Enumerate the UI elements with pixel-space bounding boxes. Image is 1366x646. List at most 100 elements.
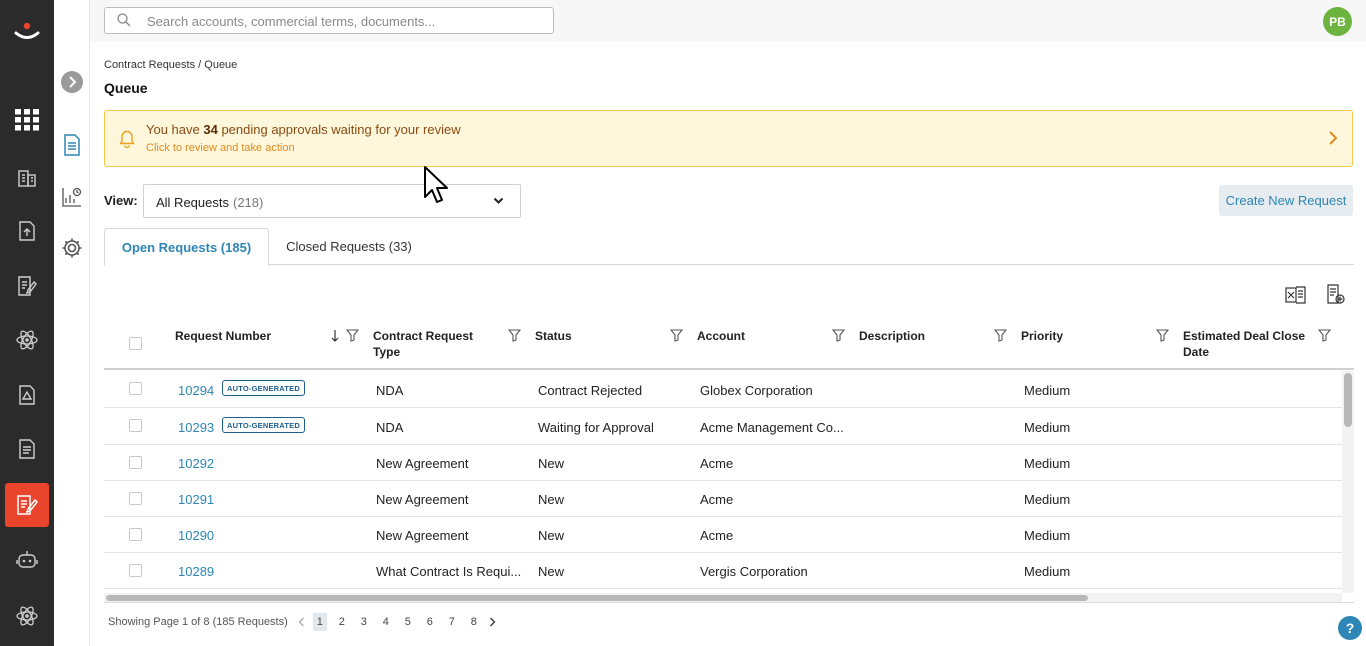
page-5[interactable]: 5 [401,613,415,631]
expand-sidebar-icon[interactable] [60,70,84,94]
vertical-scrollbar[interactable] [1342,371,1354,593]
mouse-cursor-icon [424,166,448,203]
bot-icon[interactable] [5,538,49,582]
row-checkbox[interactable] [129,492,142,505]
table-row[interactable]: 10293 AUTO-GENERATED NDA Waiting for App… [104,408,1342,445]
pending-approvals-banner[interactable]: You have 34 pending approvals waiting fo… [104,110,1353,167]
request-type: NDA [376,383,404,398]
document-icon[interactable] [5,427,49,471]
request-status: New [538,564,565,579]
column-settings-icon[interactable] [1325,284,1347,306]
filter-icon[interactable] [832,329,845,342]
apps-grid-icon[interactable] [5,98,49,142]
create-new-request-button[interactable]: Create New Request [1219,185,1353,216]
chevron-right-icon[interactable] [1328,130,1338,146]
page-2[interactable]: 2 [335,613,349,631]
request-status: New [538,456,565,471]
export-excel-icon[interactable] [1285,284,1307,306]
upload-document-icon[interactable] [5,209,49,253]
request-type: New Agreement [376,528,469,543]
filter-icon[interactable] [1156,329,1169,342]
sort-descending-icon[interactable] [331,329,339,343]
request-status: Waiting for Approval [538,420,654,435]
next-page-icon[interactable] [489,617,496,627]
view-label: View: [104,193,138,208]
view-select[interactable]: All Requests (218) [143,184,521,218]
search-input[interactable] [147,12,537,30]
pending-count: 34 [203,122,218,137]
request-number-link[interactable]: 10294 [178,383,214,398]
table-row[interactable]: 10291 New Agreement New Acme Medium [104,481,1342,517]
table-row[interactable]: 10289 What Contract Is Requi... New Verg… [104,553,1342,589]
help-button[interactable]: ? [1338,616,1362,640]
settings-gear-icon[interactable] [60,236,84,260]
col-request-number[interactable]: Request Number [175,328,325,344]
user-avatar[interactable]: PB [1323,7,1352,36]
page-7[interactable]: 7 [445,613,459,631]
edit-document-icon[interactable] [5,264,49,308]
row-checkbox[interactable] [129,528,142,541]
request-type: New Agreement [376,492,469,507]
request-priority: Medium [1024,456,1071,471]
settings-atom-icon[interactable] [5,594,49,638]
atom-icon[interactable] [5,318,49,362]
request-account: Acme Management Co... [700,420,844,435]
request-type: NDA [376,420,404,435]
request-number-link[interactable]: 10291 [178,492,214,507]
filter-icon[interactable] [1318,329,1331,342]
pagination-summary: Showing Page 1 of 8 (185 Requests) [108,616,288,628]
table-row[interactable]: 10290 New Agreement New Acme Medium [104,517,1342,553]
col-priority[interactable]: Priority [1021,328,1141,344]
request-account: Acme [700,528,734,543]
row-checkbox[interactable] [129,456,142,469]
filter-icon[interactable] [670,329,683,342]
filter-icon[interactable] [508,329,521,342]
horizontal-scrollbar[interactable] [104,593,1342,602]
contract-requests-nav-icon[interactable] [5,483,49,527]
table-row[interactable]: 10292 New Agreement New Acme Medium [104,445,1342,481]
request-priority: Medium [1024,564,1071,579]
request-priority: Medium [1024,492,1071,507]
buildings-icon[interactable] [5,155,49,199]
top-bar: PB [90,0,1366,42]
request-number-link[interactable]: 10289 [178,564,214,579]
page-8[interactable]: 8 [467,613,481,631]
request-priority: Medium [1024,420,1071,435]
page-1[interactable]: 1 [312,613,327,631]
col-description[interactable]: Description [859,328,979,344]
col-estimated-deal-close-date[interactable]: Estimated Deal Close Date [1183,328,1313,360]
scrollbar-thumb[interactable] [1344,373,1352,427]
col-contract-request-type[interactable]: Contract Request Type [373,328,503,360]
tab-closed-requests[interactable]: Closed Requests (33) [274,228,424,265]
request-priority: Medium [1024,383,1071,398]
tab-open-requests[interactable]: Open Requests (185) [104,228,269,266]
request-status: New [538,492,565,507]
view-selected-value: All Requests [156,195,229,210]
row-checkbox[interactable] [129,419,142,432]
filter-icon[interactable] [346,329,359,342]
filter-icon[interactable] [994,329,1007,342]
col-status[interactable]: Status [535,328,655,344]
row-checkbox[interactable] [129,382,142,395]
previous-page-icon[interactable] [298,617,305,627]
table-row[interactable]: 10294 AUTO-GENERATED NDA Contract Reject… [104,371,1342,408]
app-logo-icon[interactable] [13,20,41,44]
col-account[interactable]: Account [697,328,817,344]
select-all-checkbox[interactable] [129,337,142,350]
reports-icon[interactable] [60,185,84,209]
row-checkbox[interactable] [129,564,142,577]
table-header: Request Number Contract Request Type Sta… [104,320,1354,370]
page-title: Queue [104,80,148,96]
global-search[interactable] [104,7,554,34]
alert-document-icon[interactable] [5,373,49,417]
request-number-link[interactable]: 10290 [178,528,214,543]
requests-document-icon[interactable] [60,133,84,157]
pagination: Showing Page 1 of 8 (185 Requests) 1 2 3… [108,613,496,631]
page-3[interactable]: 3 [357,613,371,631]
page-6[interactable]: 6 [423,613,437,631]
request-number-link[interactable]: 10292 [178,456,214,471]
page-4[interactable]: 4 [379,613,393,631]
request-number-link[interactable]: 10293 [178,420,214,435]
scrollbar-thumb[interactable] [106,595,1088,601]
chevron-down-icon [493,197,504,204]
